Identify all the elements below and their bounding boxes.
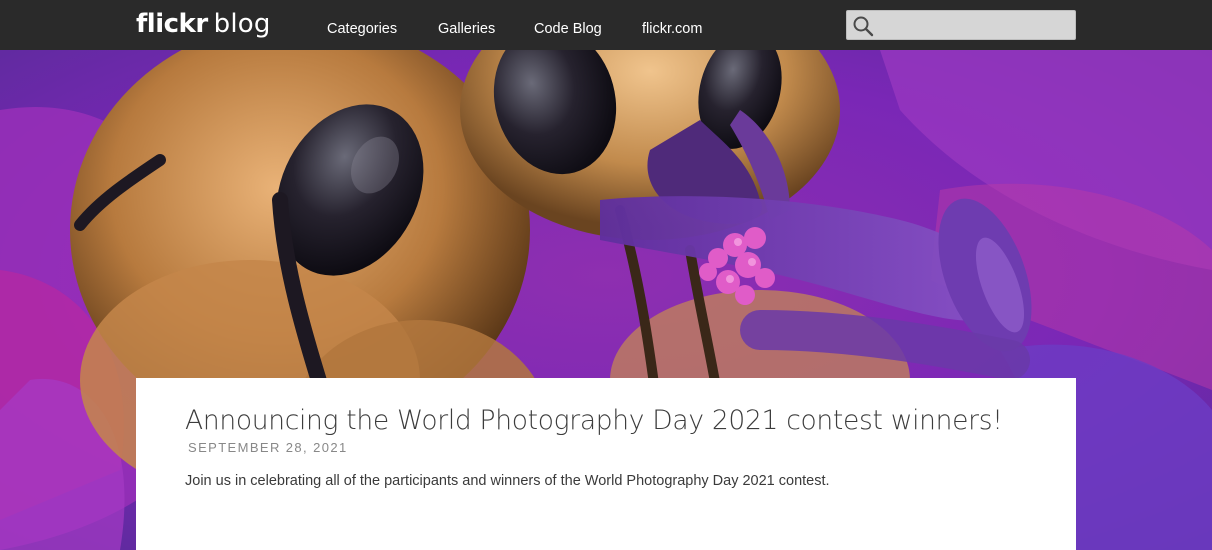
post-title[interactable]: Announcing the World Photography Day 202…: [185, 405, 1003, 436]
top-navigation-bar: flickr blog Categories Galleries Code Blo…: [0, 0, 1212, 50]
nav-categories[interactable]: Categories: [327, 21, 397, 37]
search-box[interactable]: [846, 10, 1076, 40]
search-icon[interactable]: [851, 14, 875, 38]
nav-code-blog[interactable]: Code Blog: [534, 21, 602, 37]
search-input[interactable]: [879, 13, 1071, 37]
flickr-blog-logo[interactable]: flickr blog: [136, 9, 271, 43]
post-excerpt: Join us in celebrating all of the partic…: [185, 473, 830, 489]
logo-sub: blog: [213, 9, 271, 39]
nav-galleries[interactable]: Galleries: [438, 21, 495, 37]
nav-flickr-com[interactable]: flickr.com: [642, 21, 702, 37]
logo-brand: flickr: [136, 9, 208, 39]
post-card: Announcing the World Photography Day 202…: [136, 378, 1076, 550]
post-date: SEPTEMBER 28, 2021: [188, 440, 348, 455]
